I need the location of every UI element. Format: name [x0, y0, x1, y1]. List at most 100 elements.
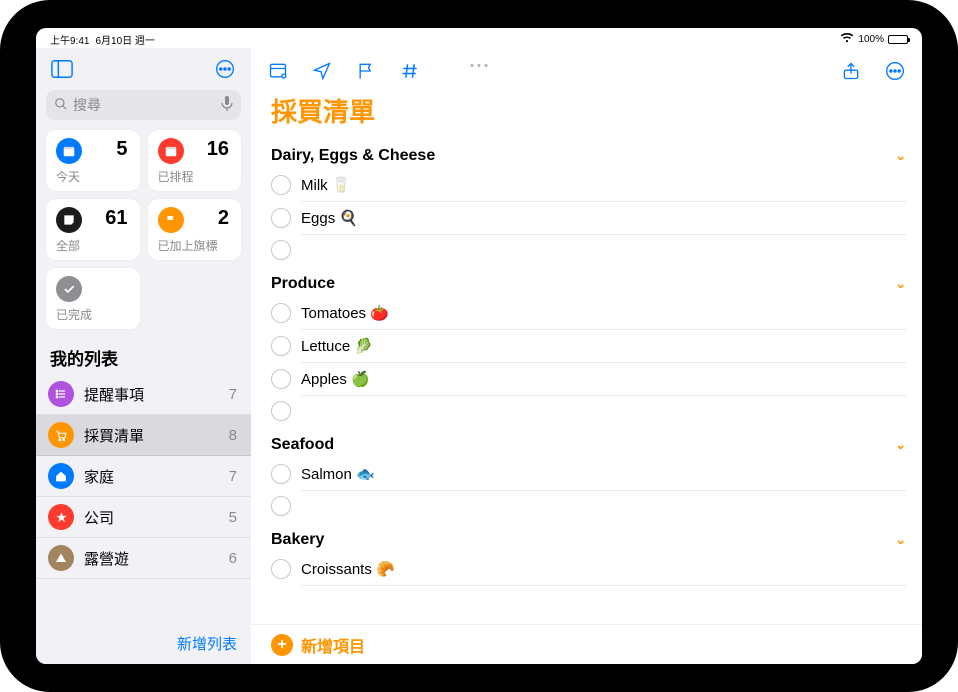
complete-circle[interactable]: [271, 303, 291, 323]
reminder-item[interactable]: Lettuce 🥬: [271, 330, 906, 362]
sidebar-list-1[interactable]: 採買清單 8: [36, 415, 251, 456]
smart-card-label: 今天: [56, 168, 130, 185]
flag-icon[interactable]: [355, 60, 377, 82]
list-count: 6: [229, 550, 237, 567]
search-icon: [54, 97, 68, 114]
smart-card-0[interactable]: 5 今天: [46, 130, 140, 191]
reminder-item[interactable]: Salmon 🐟: [271, 458, 906, 490]
multitask-dots[interactable]: [471, 64, 488, 67]
smart-card-icon: [56, 276, 82, 302]
section-header[interactable]: Bakery ⌄: [271, 527, 906, 553]
complete-circle[interactable]: [271, 464, 291, 484]
sidebar-list-2[interactable]: 家庭 7: [36, 456, 251, 497]
location-icon[interactable]: [311, 60, 333, 82]
sidebar-toggle-icon[interactable]: [50, 58, 74, 80]
sidebar: 搜尋 5 今天 16 已排程 61 全部 2 已加上旗標 已完成 我的列表 提醒…: [36, 48, 251, 664]
smart-card-1[interactable]: 16 已排程: [148, 130, 242, 191]
list-label: 採買清單: [84, 425, 144, 446]
smart-card-label: 全部: [56, 237, 130, 254]
list-count: 7: [229, 386, 237, 403]
list-count: 5: [229, 509, 237, 526]
list-icon: [48, 381, 74, 407]
smart-card-label: 已加上旗標: [158, 237, 232, 254]
complete-circle[interactable]: [271, 559, 291, 579]
complete-circle[interactable]: [271, 240, 291, 260]
template-icon[interactable]: [267, 60, 289, 82]
complete-circle[interactable]: [271, 369, 291, 389]
add-list-button[interactable]: 新增列表: [177, 636, 237, 653]
section-title: Dairy, Eggs & Cheese: [271, 147, 435, 165]
list-label: 家庭: [84, 466, 114, 487]
chevron-down-icon[interactable]: ⌄: [895, 437, 906, 453]
reminder-text[interactable]: Apples 🍏: [301, 368, 906, 390]
list-label: 公司: [84, 507, 114, 528]
status-bar: 上午9:41 6月10日 週一 100%: [36, 28, 922, 48]
reminder-item-empty[interactable]: [271, 396, 906, 426]
smart-card-count: 16: [207, 138, 229, 161]
sidebar-more-icon[interactable]: [213, 58, 237, 80]
complete-circle[interactable]: [271, 175, 291, 195]
section-title: Seafood: [271, 436, 334, 454]
reminder-text[interactable]: [301, 402, 906, 420]
list-count: 8: [229, 427, 237, 444]
add-reminder-label: 新增項目: [301, 633, 365, 657]
reminder-text[interactable]: Milk 🥛: [301, 174, 906, 196]
battery-percent: 100%: [858, 34, 884, 45]
sidebar-list-0[interactable]: 提醒事項 7: [36, 374, 251, 415]
reminder-item-empty[interactable]: [271, 235, 906, 265]
reminder-text[interactable]: Lettuce 🥬: [301, 335, 906, 357]
sidebar-list-4[interactable]: 露營遊 6: [36, 538, 251, 579]
list-icon: [48, 545, 74, 571]
reminder-item[interactable]: Apples 🍏: [271, 363, 906, 395]
tag-icon[interactable]: [399, 60, 421, 82]
complete-circle[interactable]: [271, 401, 291, 421]
share-icon[interactable]: [840, 60, 862, 82]
battery-icon: [888, 35, 908, 44]
list-title: 採買清單: [251, 88, 922, 137]
reminder-text[interactable]: Salmon 🐟: [301, 463, 906, 485]
complete-circle[interactable]: [271, 208, 291, 228]
reminder-text[interactable]: Croissants 🥐: [301, 558, 906, 580]
reminder-text[interactable]: Eggs 🍳: [301, 207, 906, 229]
section-title: Produce: [271, 275, 335, 293]
main-panel: 採買清單 Dairy, Eggs & Cheese ⌄ Milk 🥛 Eggs …: [251, 48, 922, 664]
list-label: 露營遊: [84, 548, 129, 569]
sidebar-list-3[interactable]: 公司 5: [36, 497, 251, 538]
section-header[interactable]: Produce ⌄: [271, 271, 906, 297]
section-header[interactable]: Seafood ⌄: [271, 432, 906, 458]
section-header[interactable]: Dairy, Eggs & Cheese ⌄: [271, 143, 906, 169]
smart-card-count: 2: [218, 207, 229, 230]
reminder-text[interactable]: [301, 241, 906, 259]
reminder-item[interactable]: Tomatoes 🍅: [271, 297, 906, 329]
mic-icon[interactable]: [221, 96, 233, 115]
my-lists-header: 我的列表: [36, 337, 251, 374]
section-0: Dairy, Eggs & Cheese ⌄ Milk 🥛 Eggs 🍳: [251, 137, 922, 265]
smart-card-icon: [56, 138, 82, 164]
smart-card-count: 61: [105, 207, 127, 230]
section-3: Bakery ⌄ Croissants 🥐: [251, 521, 922, 586]
list-label: 提醒事項: [84, 384, 144, 405]
smart-card-4[interactable]: 已完成: [46, 268, 140, 329]
list-icon: [48, 422, 74, 448]
chevron-down-icon[interactable]: ⌄: [895, 532, 906, 548]
chevron-down-icon[interactable]: ⌄: [895, 276, 906, 292]
complete-circle[interactable]: [271, 496, 291, 516]
reminder-item[interactable]: Croissants 🥐: [271, 553, 906, 585]
reminder-text[interactable]: Tomatoes 🍅: [301, 302, 906, 324]
section-1: Produce ⌄ Tomatoes 🍅 Lettuce 🥬 Apples 🍏: [251, 265, 922, 426]
search-input[interactable]: 搜尋: [46, 90, 241, 120]
chevron-down-icon[interactable]: ⌄: [895, 148, 906, 164]
add-reminder-button[interactable]: + 新增項目: [251, 624, 922, 664]
list-icon: [48, 504, 74, 530]
reminder-text[interactable]: [301, 497, 906, 515]
smart-card-icon: [158, 138, 184, 164]
reminder-item[interactable]: Eggs 🍳: [271, 202, 906, 234]
smart-card-3[interactable]: 2 已加上旗標: [148, 199, 242, 260]
reminder-item[interactable]: Milk 🥛: [271, 169, 906, 201]
smart-card-label: 已排程: [158, 168, 232, 185]
list-icon: [48, 463, 74, 489]
main-more-icon[interactable]: [884, 60, 906, 82]
complete-circle[interactable]: [271, 336, 291, 356]
smart-card-2[interactable]: 61 全部: [46, 199, 140, 260]
reminder-item-empty[interactable]: [271, 491, 906, 521]
